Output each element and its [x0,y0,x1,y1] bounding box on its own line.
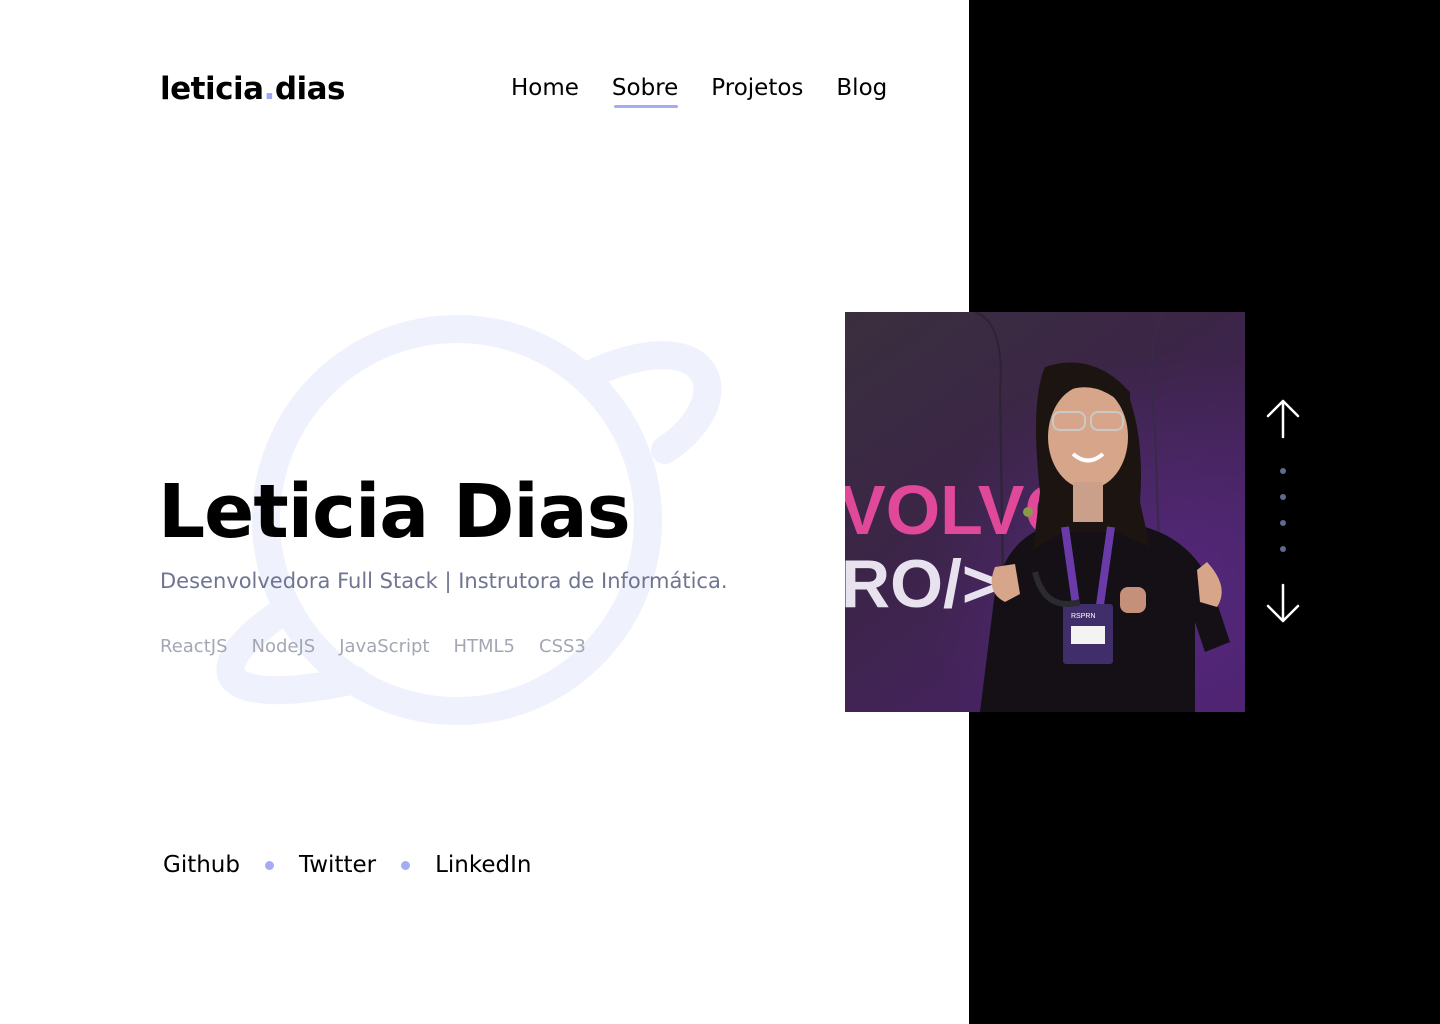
tag-nodejs: NodeJS [251,636,316,657]
hero-name: Leticia Dias [158,469,631,555]
tag-css3: CSS3 [539,636,586,657]
tag-javascript: JavaScript [339,636,430,657]
slide-indicator [1280,468,1286,552]
nav-sobre[interactable]: Sobre [612,72,679,108]
slide-dot[interactable] [1280,546,1286,552]
logo-first-word: leticia [160,71,264,107]
nav-blog[interactable]: Blog [836,72,887,104]
social-twitter[interactable]: Twitter [299,849,376,881]
nav-projetos[interactable]: Projetos [711,72,803,104]
sign-text-line2: RO/> [845,546,1002,622]
badge-text: RSPRN [1071,613,1096,620]
profile-photo: VOLVO RO/> RSPRN [845,312,1245,712]
separator-dot [265,860,274,870]
slide-dot[interactable] [1280,520,1286,526]
logo-dot: . [263,71,276,107]
logo-second-word: dias [274,71,346,107]
nav-home[interactable]: Home [511,72,579,104]
main-nav: Home Sobre Projetos Blog [511,72,887,108]
arrow-down-icon[interactable] [1264,583,1302,625]
social-links: Github Twitter LinkedIn [163,849,532,881]
site-logo[interactable]: leticia.dias [160,70,346,108]
tag-html5: HTML5 [453,636,515,657]
tag-reactjs: ReactJS [160,636,228,657]
hero-role: Desenvolvedora Full Stack | Instrutora d… [160,569,728,593]
social-linkedin[interactable]: LinkedIn [435,849,531,881]
slide-dot[interactable] [1280,468,1286,474]
slide-dot[interactable] [1280,494,1286,500]
social-github[interactable]: Github [163,849,240,881]
arrow-up-icon[interactable] [1264,397,1302,439]
tech-tags: ReactJS NodeJS JavaScript HTML5 CSS3 [160,634,586,660]
separator-dot [401,860,411,870]
